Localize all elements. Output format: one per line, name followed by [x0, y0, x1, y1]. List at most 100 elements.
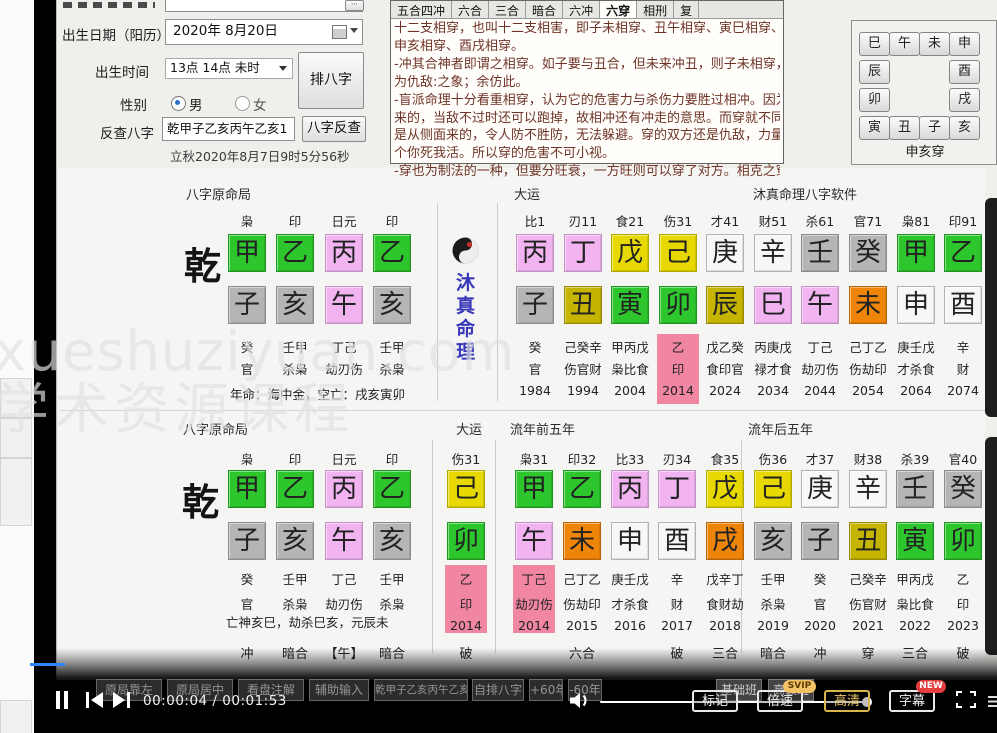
stem-cell-己[interactable]: 己	[447, 470, 485, 508]
stem-cell-戊[interactable]: 戊	[706, 470, 744, 508]
stem-cell-丙[interactable]: 丙	[611, 470, 649, 508]
branch-cell-午[interactable]: 午	[801, 286, 839, 324]
stem-cell-甲[interactable]: 甲	[228, 234, 266, 272]
branch-cell-午[interactable]: 午	[515, 522, 553, 560]
branch-cell-午[interactable]: 午	[325, 286, 363, 324]
tab-六冲[interactable]: 六冲	[563, 1, 601, 18]
branch-button-未[interactable]: 未	[919, 32, 950, 56]
branch-cell-酉[interactable]: 酉	[944, 286, 982, 324]
branch-cell-午[interactable]: 午	[325, 522, 363, 560]
branch-cell-巳[interactable]: 巳	[754, 286, 792, 324]
branch-cell-亥[interactable]: 亥	[276, 522, 314, 560]
stem-cell-乙[interactable]: 乙	[373, 470, 411, 508]
gender-female-radio[interactable]	[235, 96, 250, 111]
branch-button-戌[interactable]: 戌	[949, 88, 980, 112]
chevron-down-icon[interactable]	[279, 66, 287, 71]
gender-male-radio[interactable]	[171, 96, 186, 111]
dimmed-button-+60年[interactable]: +60年	[529, 679, 563, 701]
stem-cell-乙[interactable]: 乙	[276, 470, 314, 508]
branch-cell-申[interactable]: 申	[897, 286, 935, 324]
tab-复[interactable]: 复	[674, 1, 700, 18]
tab-暗合[interactable]: 暗合	[526, 1, 564, 18]
paipan-button[interactable]: 排八字	[298, 52, 364, 109]
stem-cell-丁[interactable]: 丁	[564, 234, 602, 272]
branch-cell-子[interactable]: 子	[228, 286, 266, 324]
volume-icon[interactable]	[568, 691, 592, 714]
branch-button-寅[interactable]: 寅	[859, 116, 890, 140]
branch-button-巳[interactable]: 巳	[859, 32, 890, 56]
tab-相刑[interactable]: 相刑	[637, 1, 675, 18]
branch-cell-子[interactable]: 子	[801, 522, 839, 560]
stem-cell-丙[interactable]: 丙	[516, 234, 554, 272]
branch-cell-申[interactable]: 申	[611, 522, 649, 560]
branch-button-午[interactable]: 午	[889, 32, 920, 56]
chevron-down-icon[interactable]	[350, 28, 358, 33]
stem-cell-庚[interactable]: 庚	[801, 470, 839, 508]
more-icon-partial[interactable]	[988, 693, 997, 712]
stem-cell-丙[interactable]: 丙	[325, 470, 363, 508]
hd-button[interactable]: 高清	[824, 690, 870, 712]
stem-cell-乙[interactable]: 乙	[373, 234, 411, 272]
tab-六穿[interactable]: 六穿	[600, 1, 638, 18]
branch-cell-卯[interactable]: 卯	[944, 522, 982, 560]
branch-cell-子[interactable]: 子	[228, 522, 266, 560]
stem-cell-甲[interactable]: 甲	[515, 470, 553, 508]
stem-cell-甲[interactable]: 甲	[897, 234, 935, 272]
stem-cell-己[interactable]: 己	[659, 234, 697, 272]
dimmed-bazi-field[interactable]: 乾甲子乙亥丙午乙亥1	[374, 679, 468, 701]
branch-cell-亥[interactable]: 亥	[754, 522, 792, 560]
branch-cell-未[interactable]: 未	[563, 522, 601, 560]
stem-cell-辛[interactable]: 辛	[849, 470, 887, 508]
gender-male-label[interactable]: 男	[189, 94, 203, 114]
branch-cell-未[interactable]: 未	[849, 286, 887, 324]
reverse-bazi-button[interactable]: 八字反查	[302, 116, 366, 142]
subtitle-button[interactable]: 字幕	[889, 690, 935, 712]
mark-button[interactable]: 标记	[692, 690, 738, 712]
branch-button-子[interactable]: 子	[919, 116, 950, 140]
fullscreen-icon[interactable]	[956, 691, 976, 712]
branch-button-辰[interactable]: 辰	[859, 60, 890, 84]
stem-cell-癸[interactable]: 癸	[849, 234, 887, 272]
branch-cell-辰[interactable]: 辰	[706, 286, 744, 324]
birth-date-field[interactable]: 2020年 8月20日	[165, 19, 363, 45]
dimmed-button-自排八字[interactable]: 自排八字	[472, 679, 524, 701]
branch-cell-丑[interactable]: 丑	[849, 522, 887, 560]
branch-cell-亥[interactable]: 亥	[373, 286, 411, 324]
stem-cell-己[interactable]: 己	[754, 470, 792, 508]
stem-cell-乙[interactable]: 乙	[563, 470, 601, 508]
stem-cell-壬[interactable]: 壬	[801, 234, 839, 272]
video-progress[interactable]	[30, 663, 65, 666]
branch-button-酉[interactable]: 酉	[949, 60, 980, 84]
stem-cell-庚[interactable]: 庚	[706, 234, 744, 272]
branch-button-亥[interactable]: 亥	[949, 116, 980, 140]
stem-cell-乙[interactable]: 乙	[276, 234, 314, 272]
stem-cell-丁[interactable]: 丁	[658, 470, 696, 508]
branch-button-丑[interactable]: 丑	[889, 116, 920, 140]
stem-cell-丙[interactable]: 丙	[325, 234, 363, 272]
cutoff-ellipsis-button[interactable]: ⋯	[345, 0, 364, 11]
tab-五合四冲[interactable]: 五合四冲	[391, 1, 453, 18]
branch-cell-戌[interactable]: 戌	[706, 522, 744, 560]
next-button[interactable]	[111, 691, 131, 713]
branch-cell-卯[interactable]: 卯	[659, 286, 697, 324]
calendar-icon[interactable]	[332, 25, 347, 39]
branch-cell-酉[interactable]: 酉	[658, 522, 696, 560]
previous-button[interactable]	[85, 691, 105, 713]
branch-cell-子[interactable]: 子	[516, 286, 554, 324]
stem-cell-戊[interactable]: 戊	[611, 234, 649, 272]
stem-cell-乙[interactable]: 乙	[944, 234, 982, 272]
branch-cell-丑[interactable]: 丑	[564, 286, 602, 324]
branch-cell-寅[interactable]: 寅	[896, 522, 934, 560]
dimmed-button-4[interactable]: 辅助输入	[309, 679, 369, 701]
tab-六合[interactable]: 六合	[452, 1, 490, 18]
reverse-bazi-input[interactable]: 乾甲子乙亥丙午乙亥1	[162, 117, 295, 141]
branch-cell-亥[interactable]: 亥	[276, 286, 314, 324]
stem-cell-壬[interactable]: 壬	[896, 470, 934, 508]
stem-cell-辛[interactable]: 辛	[754, 234, 792, 272]
tab-三合[interactable]: 三合	[489, 1, 527, 18]
branch-button-申[interactable]: 申	[949, 32, 980, 56]
branch-cell-卯[interactable]: 卯	[447, 522, 485, 560]
branch-cell-亥[interactable]: 亥	[373, 522, 411, 560]
stem-cell-甲[interactable]: 甲	[228, 470, 266, 508]
branch-cell-寅[interactable]: 寅	[611, 286, 649, 324]
